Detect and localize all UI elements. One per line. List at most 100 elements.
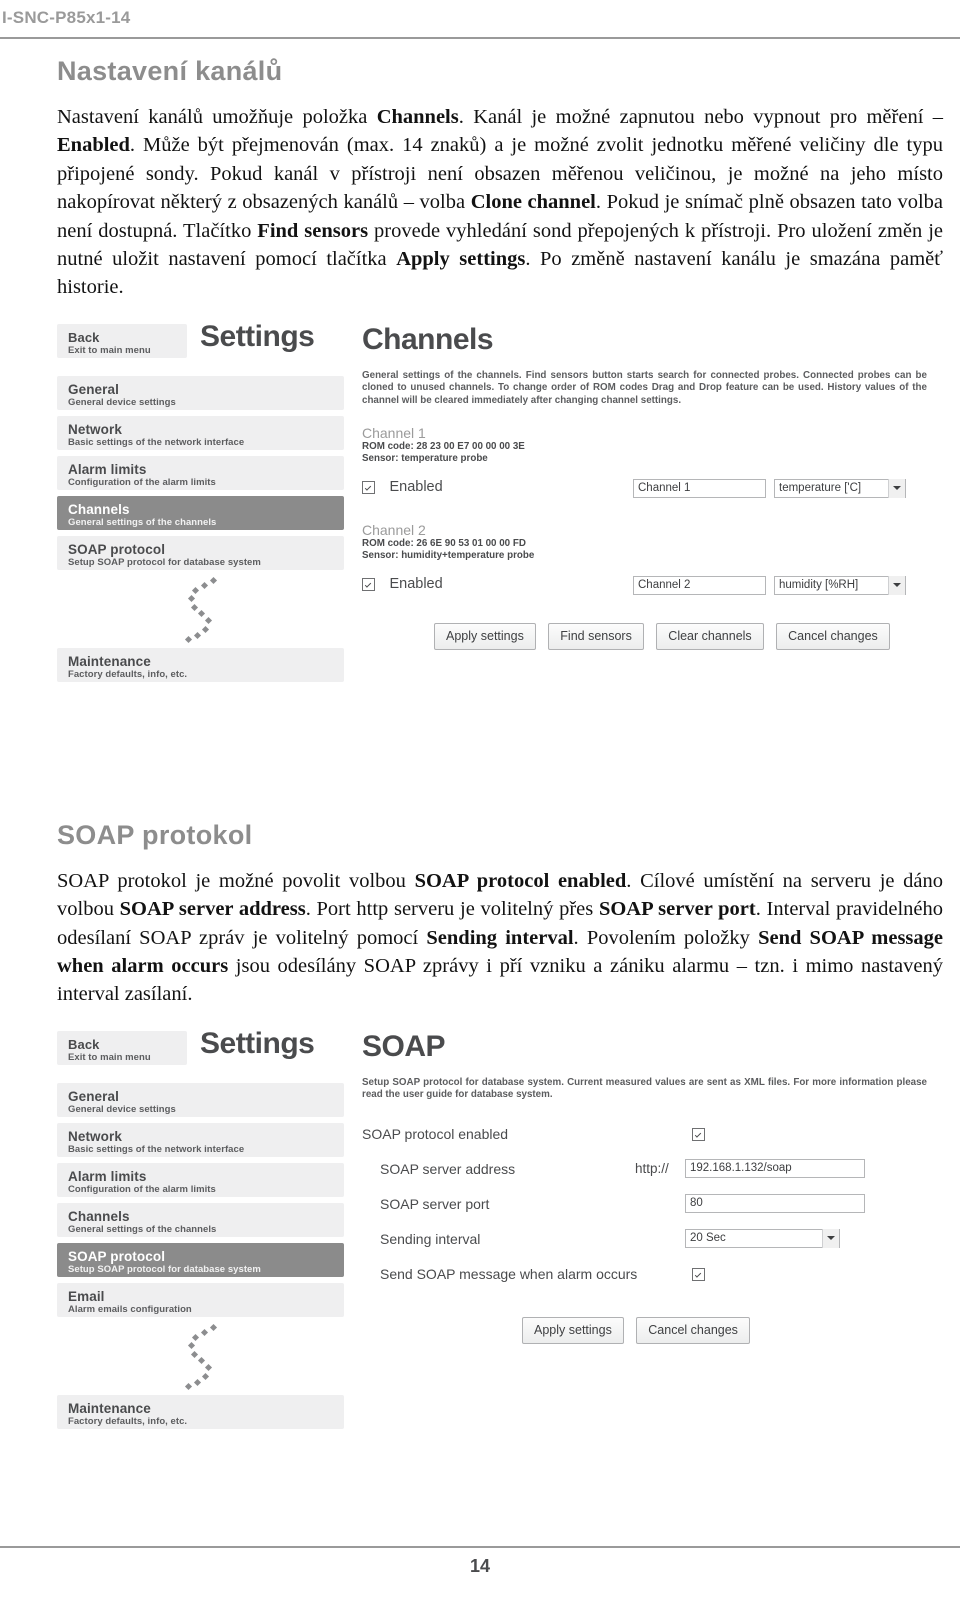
panel-description-soap: Setup SOAP protocol for database system.… (362, 1076, 927, 1101)
soap-server-address-row: SOAP server address http:// 192.168.1.13… (362, 1158, 927, 1194)
channel-2-controls: Enabled Channel 2 humidity [%RH] (362, 575, 927, 601)
channel-2-name-input[interactable]: Channel 2 (633, 576, 766, 596)
channel-1-name: Channel 1 (362, 425, 426, 442)
paragraph-channels: Nastavení kanálů umožňuje položka Channe… (57, 106, 943, 299)
sidebar-item-email[interactable]: Email Alarm emails configuration (57, 1282, 344, 1317)
back-button-channels[interactable]: Back Exit to main menu (57, 323, 187, 358)
sidebar-item-alarm-limits[interactable]: Alarm limits Configuration of the alarm … (57, 455, 344, 490)
page-title-soap: SOAP protokol (57, 819, 253, 850)
dotted-s-icon (184, 1323, 217, 1390)
sending-interval-label: Sending interval (380, 1230, 481, 1247)
sidebar-item-subtitle: General settings of the channels (68, 1223, 217, 1235)
sidebar-item-channels[interactable]: Channels General settings of the channel… (57, 495, 344, 530)
sidebar-item-subtitle: Configuration of the alarm limits (68, 476, 216, 488)
paragraph-soap: SOAP protokol je možné povolit volbou SO… (57, 869, 943, 1006)
soap-server-address-prefix: http:// (635, 1160, 669, 1176)
channel-2-enabled-checkbox[interactable] (362, 577, 375, 591)
soap-protocol-enabled-row: SOAP protocol enabled (362, 1124, 927, 1159)
sidebar-item-soap-protocol[interactable]: SOAP protocol Setup SOAP protocol for da… (57, 1242, 344, 1277)
sidebar-item-subtitle: Basic settings of the network interface (68, 1143, 245, 1155)
sidebar-item-title: Network (68, 1128, 122, 1144)
channel-block-1: Channel 1 ROM code: 28 23 00 E7 00 00 00… (362, 425, 927, 504)
channel-1-rom-code: ROM code: 28 23 00 E7 00 00 00 3E (362, 441, 525, 453)
back-subtitle: Exit to main menu (68, 1051, 151, 1063)
sending-interval-select[interactable]: 20 Sec (685, 1228, 840, 1248)
sidebar-item-title: Email (68, 1288, 105, 1304)
panel-title-soap: SOAP (362, 1029, 446, 1063)
sidebar-item-title: General (68, 381, 119, 397)
soap-server-port-row: SOAP server port 80 (362, 1193, 927, 1229)
chevron-down-icon (888, 479, 905, 499)
panel-description-channels: General settings of the channels. Find s… (362, 369, 927, 406)
channel-2-rom-code: ROM code: 26 6E 90 53 01 00 00 FD (362, 538, 526, 550)
soap-protocol-enabled-label: SOAP protocol enabled (362, 1125, 509, 1142)
channel-1-controls: Enabled Channel 1 temperature ['C] (362, 478, 927, 504)
clear-channels-button[interactable]: Clear channels (656, 623, 764, 651)
channel-1-enabled-checkbox[interactable] (362, 480, 375, 494)
sending-interval-row: Sending interval 20 Sec (362, 1228, 927, 1264)
document-content: Nastavení kanálů Nastavení kanálů umožňu… (57, 56, 943, 1541)
sidebar-item-network[interactable]: Network Basic settings of the network in… (57, 415, 344, 450)
soap-form: SOAP protocol enabled SOAP server addres… (362, 1124, 927, 1299)
sidebar-item-soap-protocol[interactable]: SOAP protocol Setup SOAP protocol for da… (57, 535, 344, 570)
channels-button-row: Apply settings Find sensors Clear channe… (434, 623, 927, 651)
sidebar-item-title: General (68, 1088, 119, 1104)
sidebar-item-subtitle: General device settings (68, 1103, 176, 1115)
apply-settings-button[interactable]: Apply settings (434, 623, 536, 651)
sidebar-item-subtitle: General settings of the channels (68, 516, 217, 528)
sidebar-item-title: SOAP protocol (68, 1248, 166, 1264)
dotted-s-decoration (57, 1323, 344, 1395)
dotted-s-icon (184, 576, 217, 643)
sidebar-item-general[interactable]: General General device settings (57, 1082, 344, 1117)
sending-interval-value: 20 Sec (690, 1231, 726, 1244)
find-sensors-button[interactable]: Find sensors (548, 623, 644, 651)
soap-server-address-input[interactable]: 192.168.1.132/soap (685, 1158, 865, 1178)
panel-title-channels: Channels (362, 322, 494, 356)
sidebar-item-maintenance[interactable]: Maintenance Factory defaults, info, etc. (57, 647, 344, 682)
channel-1-unit-select[interactable]: temperature ['C] (774, 479, 906, 499)
sidebar-item-subtitle: Basic settings of the network interface (68, 436, 245, 448)
soap-server-port-input[interactable]: 80 (685, 1193, 865, 1213)
sidebar-item-network[interactable]: Network Basic settings of the network in… (57, 1122, 344, 1157)
settings-heading-soap: Settings (200, 1026, 315, 1060)
channel-2-unit-select[interactable]: humidity [%RH] (774, 576, 906, 596)
sidebar-item-title: Maintenance (68, 1400, 151, 1416)
channel-1-sensor: Sensor: temperature probe (362, 453, 488, 465)
channel-1-name-input[interactable]: Channel 1 (633, 479, 766, 499)
sidebar-item-title: Maintenance (68, 653, 151, 669)
sidebar-item-channels[interactable]: Channels General settings of the channel… (57, 1202, 344, 1237)
chevron-down-icon (822, 1228, 839, 1248)
sidebar-item-title: Network (68, 421, 122, 437)
footer-divider (0, 1546, 960, 1548)
screenshot-channels-settings: Back Exit to main menu General General d… (57, 320, 943, 784)
channel-block-2: Channel 2 ROM code: 26 6E 90 53 01 00 00… (362, 522, 927, 601)
send-soap-on-alarm-label: Send SOAP message when alarm occurs (380, 1265, 638, 1282)
channel-1-unit-value: temperature ['C] (779, 482, 862, 495)
channel-2-unit-value: humidity [%RH] (779, 579, 859, 592)
send-soap-on-alarm-checkbox[interactable] (692, 1267, 705, 1281)
sidebar-item-subtitle: Factory defaults, info, etc. (68, 668, 188, 680)
soap-button-row: Apply settings Cancel changes (522, 1316, 927, 1344)
sidebar-item-title: Alarm limits (68, 461, 147, 477)
cancel-changes-button[interactable]: Cancel changes (776, 623, 890, 651)
sidebar-item-alarm-limits[interactable]: Alarm limits Configuration of the alarm … (57, 1162, 344, 1197)
back-title: Back (68, 329, 100, 345)
sidebar-item-subtitle: General device settings (68, 396, 176, 408)
chevron-down-icon (888, 576, 905, 596)
document-code: I-SNC-P85x1-14 (2, 8, 131, 27)
back-button-soap[interactable]: Back Exit to main menu (57, 1030, 187, 1065)
apply-settings-button[interactable]: Apply settings (522, 1316, 624, 1344)
sidebar-item-general[interactable]: General General device settings (57, 375, 344, 410)
sidebar-item-subtitle: Setup SOAP protocol for database system (68, 1263, 261, 1275)
page-header: I-SNC-P85x1-14 (0, 6, 960, 40)
soap-server-port-label: SOAP server port (380, 1195, 490, 1212)
screenshot-soap-settings: Back Exit to main menu General General d… (57, 1027, 943, 1541)
cancel-changes-button[interactable]: Cancel changes (636, 1316, 750, 1344)
soap-protocol-enabled-checkbox[interactable] (692, 1127, 705, 1141)
sidebar-item-subtitle: Configuration of the alarm limits (68, 1183, 216, 1195)
sidebar-item-title: Channels (68, 501, 130, 517)
sidebar-item-maintenance[interactable]: Maintenance Factory defaults, info, etc. (57, 1394, 344, 1429)
sidebar-item-subtitle: Setup SOAP protocol for database system (68, 556, 261, 568)
channels-panel: Channels General settings of the channel… (362, 322, 927, 651)
back-title: Back (68, 1036, 100, 1052)
